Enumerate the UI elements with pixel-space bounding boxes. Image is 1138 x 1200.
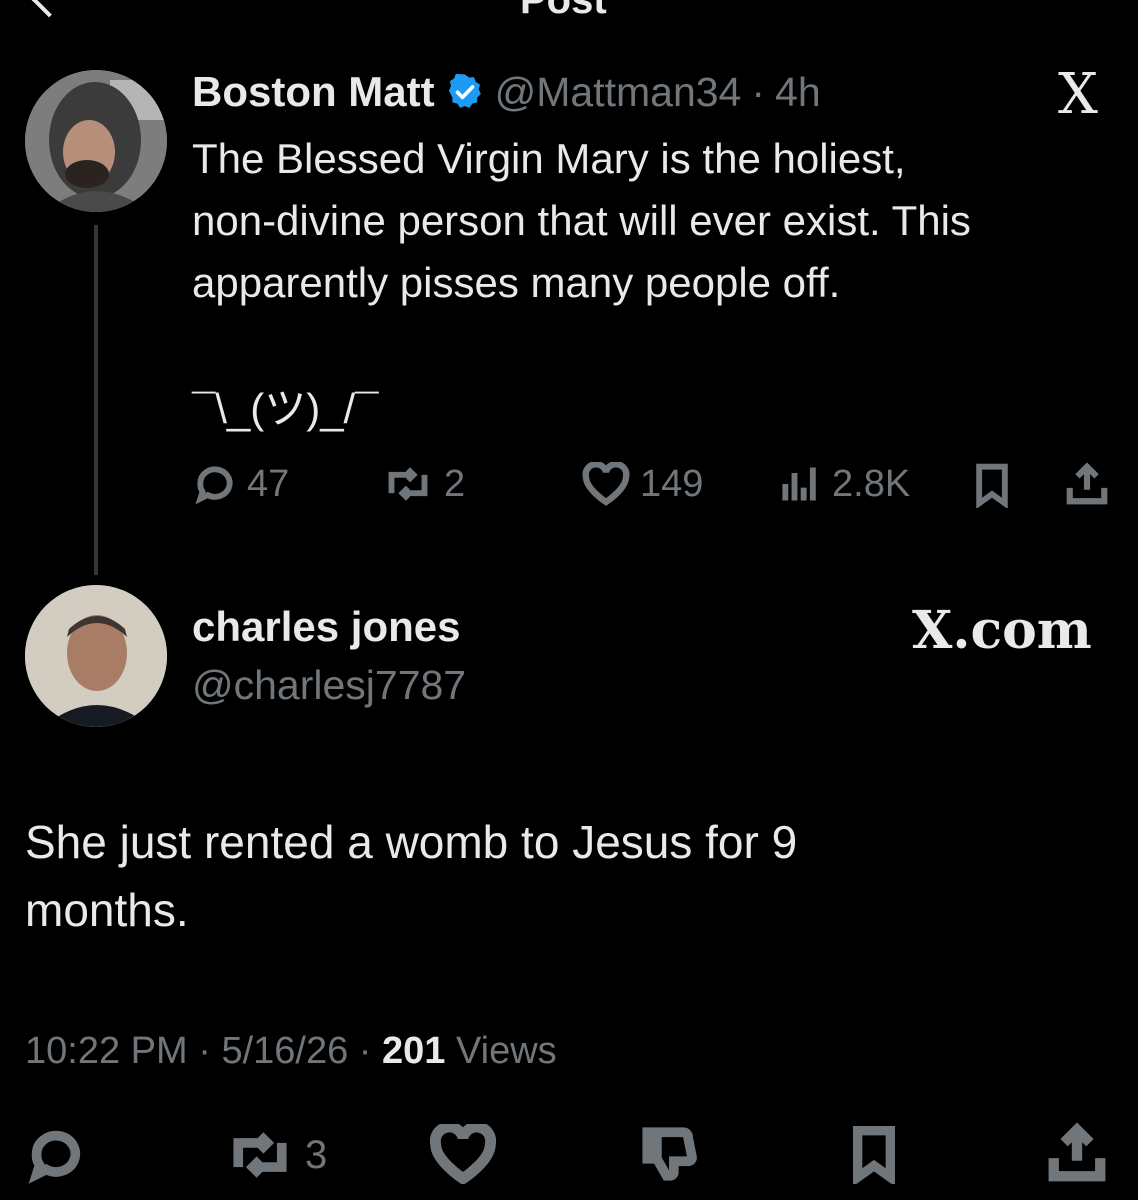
repost-button[interactable]: 3 (225, 1126, 327, 1184)
thumbs-down-icon (642, 1127, 697, 1181)
separator: · (751, 68, 766, 115)
bookmark-button[interactable] (970, 462, 1014, 508)
views-icon (782, 467, 816, 501)
author-name[interactable]: charles jones (192, 603, 460, 651)
separator: · (358, 1030, 372, 1072)
bookmark-icon (853, 1126, 895, 1187)
post-text-line: months. (25, 884, 189, 936)
repost-icon (233, 1132, 287, 1178)
post-text: The Blessed Virgin Mary is the holiest, … (192, 128, 1122, 314)
post-shrug: ¯\_(ツ)_/¯ (192, 385, 379, 432)
post-timestamp: 10:22 PM · 5/16/26 · 201 Views (25, 1030, 557, 1073)
downvote-button[interactable] (640, 1124, 698, 1189)
reply-button[interactable]: 47 (193, 462, 289, 506)
share-icon (1048, 1122, 1106, 1182)
views-count: 2.8K (832, 462, 911, 505)
repost-icon (388, 467, 428, 501)
thread-connector (94, 225, 98, 575)
author-name[interactable]: Boston Matt (192, 68, 435, 116)
post-text-line: She just rented a womb to Jesus for 9 (25, 816, 798, 868)
watermark: X.com (912, 600, 1092, 661)
x-logo: X (1058, 62, 1098, 127)
author-handle[interactable]: @charlesj7787 (192, 662, 466, 709)
share-button[interactable] (1064, 460, 1110, 508)
bookmark-button[interactable] (846, 1124, 902, 1189)
bookmark-icon (976, 463, 1008, 508)
post-time[interactable]: 4h (775, 69, 821, 116)
reply-icon (28, 1130, 81, 1184)
avatar[interactable] (25, 585, 167, 727)
share-button[interactable] (1046, 1122, 1108, 1189)
post-text-line: non-divine person that will ever exist. … (192, 197, 971, 244)
heart-icon (429, 1121, 497, 1186)
views-count: 201 (382, 1030, 446, 1072)
reply-icon (195, 466, 233, 505)
reply-count: 47 (247, 462, 290, 505)
post-date: 5/16/26 (221, 1030, 349, 1072)
reply-button[interactable] (25, 1126, 87, 1189)
repost-count: 2 (444, 462, 466, 505)
page-title: Post (520, 0, 607, 22)
like-button[interactable] (429, 1121, 497, 1189)
post-text-line: The Blessed Virgin Mary is the holiest, (192, 135, 906, 182)
repost-count: 3 (305, 1132, 328, 1177)
heart-icon (582, 462, 630, 506)
post-time: 10:22 PM (25, 1030, 188, 1072)
separator: · (198, 1030, 211, 1072)
avatar[interactable] (25, 70, 167, 212)
post-text-line: apparently pisses many people off. (192, 259, 841, 306)
views-button[interactable]: 2.8K (778, 462, 910, 506)
back-icon[interactable] (30, 0, 68, 18)
author-handle[interactable]: @Mattman34 (495, 69, 742, 116)
views-label: Views (455, 1030, 557, 1072)
repost-button[interactable]: 2 (382, 462, 465, 506)
verified-badge-icon (445, 72, 485, 112)
share-icon (1066, 462, 1108, 505)
post-text: She just rented a womb to Jesus for 9 mo… (25, 808, 1105, 944)
like-count: 149 (640, 462, 704, 505)
like-button[interactable]: 149 (582, 462, 703, 506)
